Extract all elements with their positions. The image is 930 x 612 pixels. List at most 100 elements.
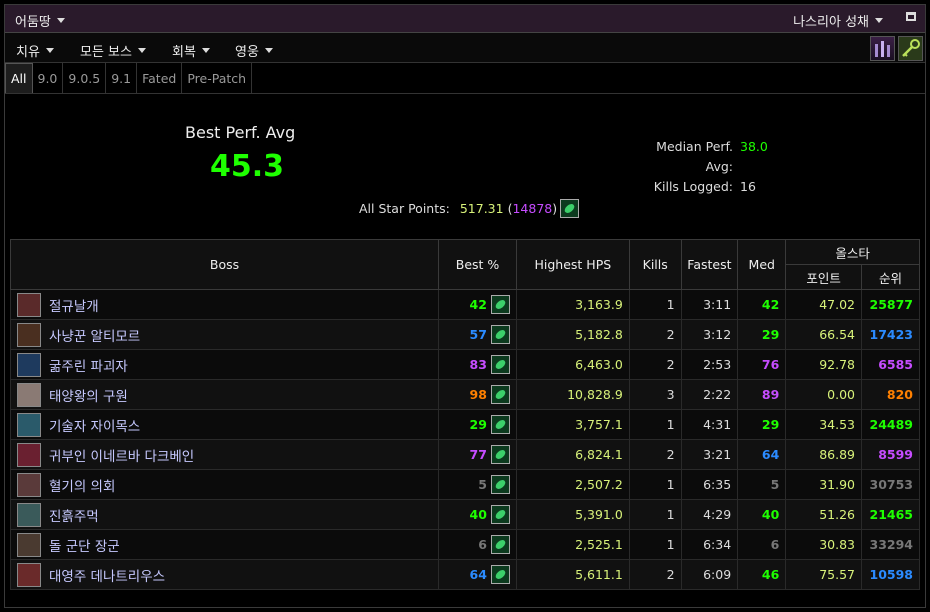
- boss-name[interactable]: 태양왕의 구원: [49, 385, 128, 405]
- tab-9-0-5[interactable]: 9.0.5: [63, 63, 107, 93]
- col-med[interactable]: Med: [737, 239, 787, 290]
- boss-cell: 귀부인 이네르바 다크베인: [9, 439, 440, 470]
- table-row[interactable]: 귀부인 이네르바 다크베인 77 6,824.1 2 3:21 64 86.89 8599: [9, 439, 920, 470]
- spec-dropdown[interactable]: 치유: [16, 41, 54, 60]
- best-cell: 42: [438, 289, 517, 320]
- boss-name[interactable]: 귀부인 이네르바 다크베인: [49, 445, 194, 465]
- tab-fated[interactable]: Fated: [137, 63, 183, 93]
- boss-portrait-icon: [17, 502, 41, 527]
- boss-portrait-icon: [17, 532, 41, 557]
- table-row[interactable]: 굶주린 파괴자 83 6,463.0 2 2:53 76 92.78 6585: [9, 349, 920, 380]
- col-kills[interactable]: Kills: [628, 239, 682, 290]
- difficulty-label: 영웅: [235, 45, 259, 60]
- boss-name[interactable]: 굶주린 파괴자: [49, 355, 128, 375]
- report-gem-icon[interactable]: [490, 385, 510, 404]
- boss-name[interactable]: 혈기의 의회: [49, 475, 115, 495]
- difficulty-dropdown[interactable]: 영웅: [235, 41, 273, 60]
- col-fastest[interactable]: Fastest: [680, 239, 739, 290]
- maximize-icon[interactable]: [906, 12, 916, 21]
- metric-dropdown[interactable]: 회복: [172, 41, 210, 60]
- hps-cell: 5,391.0: [515, 499, 630, 530]
- median-cell: 42: [737, 289, 787, 320]
- boss-portrait-icon: [17, 292, 41, 317]
- median-cell: 89: [737, 379, 787, 410]
- table-row[interactable]: 기술자 자이목스 29 3,757.1 1 4:31 29 34.53 24489: [9, 409, 920, 440]
- fastest-cell: 2:22: [680, 379, 739, 410]
- table-row[interactable]: 대영주 데나트리우스 64 5,611.1 2 6:09 46 75.57 10598: [9, 559, 920, 590]
- rank-cell: 33294: [861, 529, 920, 560]
- kills-logged-label: Kills Logged:: [653, 179, 733, 194]
- rank-cell: 820: [861, 379, 920, 410]
- boss-cell: 사냥꾼 알티모르: [9, 319, 440, 350]
- report-gem-icon[interactable]: [490, 535, 510, 554]
- col-highest-hps[interactable]: Highest HPS: [515, 239, 630, 290]
- boss-name[interactable]: 사냥꾼 알티모르: [49, 325, 140, 345]
- kills-cell: 1: [628, 289, 682, 320]
- raid-icon[interactable]: [870, 36, 895, 61]
- best-percent: 98: [469, 387, 487, 402]
- tab-pre-patch[interactable]: Pre-Patch: [182, 63, 253, 93]
- col-points[interactable]: 포인트: [785, 264, 862, 290]
- raid-dropdown[interactable]: 나스리아 성채: [793, 11, 883, 30]
- chevron-down-icon: [45, 48, 54, 53]
- best-cell: 83: [438, 349, 517, 380]
- best-cell: 40: [438, 499, 517, 530]
- report-gem-icon[interactable]: [490, 355, 510, 374]
- points-cell: 51.26: [785, 499, 862, 530]
- zone-dropdown[interactable]: 어둠땅: [15, 11, 65, 30]
- key-icon[interactable]: [898, 36, 923, 61]
- median-perf-label: Median Perf. Avg:: [656, 139, 733, 174]
- report-gem-icon[interactable]: [490, 565, 510, 584]
- report-gem-icon[interactable]: [490, 325, 510, 344]
- best-percent: 40: [469, 507, 487, 522]
- tab-all[interactable]: All: [5, 63, 33, 93]
- tab-9-0[interactable]: 9.0: [33, 63, 64, 93]
- best-perf-label: Best Perf. Avg: [185, 123, 296, 142]
- boss-name[interactable]: 기술자 자이목스: [49, 415, 140, 435]
- boss-portrait-icon: [17, 322, 41, 347]
- table-body: 절규날개 42 3,163.9 1 3:11 42 47.02 25877 사냥꾼 알티모르 57…: [9, 289, 920, 590]
- all-star-points: All Star Points: 517.31 (14878): [359, 199, 580, 218]
- best-cell: 98: [438, 379, 517, 410]
- points-cell: 47.02: [785, 289, 862, 320]
- boss-cell: 대영주 데나트리우스: [9, 559, 440, 590]
- report-gem-icon[interactable]: [490, 475, 510, 494]
- points-cell: 66.54: [785, 319, 862, 350]
- table-row[interactable]: 혈기의 의회 5 2,507.2 1 6:35 5 31.90 30753: [9, 469, 920, 500]
- rank-cell: 8599: [861, 439, 920, 470]
- report-gem-icon[interactable]: [490, 445, 510, 464]
- table-row[interactable]: 돌 군단 장군 6 2,525.1 1 6:34 6 30.83 33294: [9, 529, 920, 560]
- best-cell: 77: [438, 439, 517, 470]
- report-gem-icon[interactable]: [490, 415, 510, 434]
- kills-cell: 2: [628, 319, 682, 350]
- table-row[interactable]: 태양왕의 구원 98 10,828.9 3 2:22 89 0.00 820: [9, 379, 920, 410]
- boss-filter-dropdown[interactable]: 모든 보스: [80, 41, 146, 60]
- boss-portrait-icon: [17, 412, 41, 437]
- chevron-down-icon: [137, 48, 146, 53]
- table-row[interactable]: 진흙주먹 40 5,391.0 1 4:29 40 51.26 21465: [9, 499, 920, 530]
- points-cell: 75.57: [785, 559, 862, 590]
- all-star-label: All Star Points:: [359, 201, 450, 216]
- report-gem-icon[interactable]: [490, 505, 510, 524]
- col-best[interactable]: Best %: [438, 239, 517, 290]
- all-star-rank-value: 14878: [512, 201, 553, 216]
- hps-cell: 3,757.1: [515, 409, 630, 440]
- tab-9-1[interactable]: 9.1: [106, 63, 138, 93]
- boss-name[interactable]: 돌 군단 장군: [49, 535, 120, 555]
- star-gem-icon: [560, 199, 580, 218]
- boss-portrait-icon: [17, 382, 41, 407]
- table-row[interactable]: 사냥꾼 알티모르 57 5,182.8 2 3:12 29 66.54 17423: [9, 319, 920, 350]
- col-boss[interactable]: Boss: [9, 239, 440, 290]
- hps-cell: 6,824.1: [515, 439, 630, 470]
- table-row[interactable]: 절규날개 42 3,163.9 1 3:11 42 47.02 25877: [9, 289, 920, 320]
- hps-cell: 5,182.8: [515, 319, 630, 350]
- report-gem-icon[interactable]: [490, 295, 510, 314]
- boss-name[interactable]: 절규날개: [49, 295, 99, 315]
- boss-name[interactable]: 대영주 데나트리우스: [49, 565, 165, 585]
- points-cell: 86.89: [785, 439, 862, 470]
- boss-name[interactable]: 진흙주먹: [49, 505, 99, 525]
- chevron-down-icon: [264, 48, 273, 53]
- col-rank[interactable]: 순위: [861, 264, 920, 290]
- raid-label: 나스리아 성채: [793, 15, 869, 30]
- best-percent: 29: [469, 417, 487, 432]
